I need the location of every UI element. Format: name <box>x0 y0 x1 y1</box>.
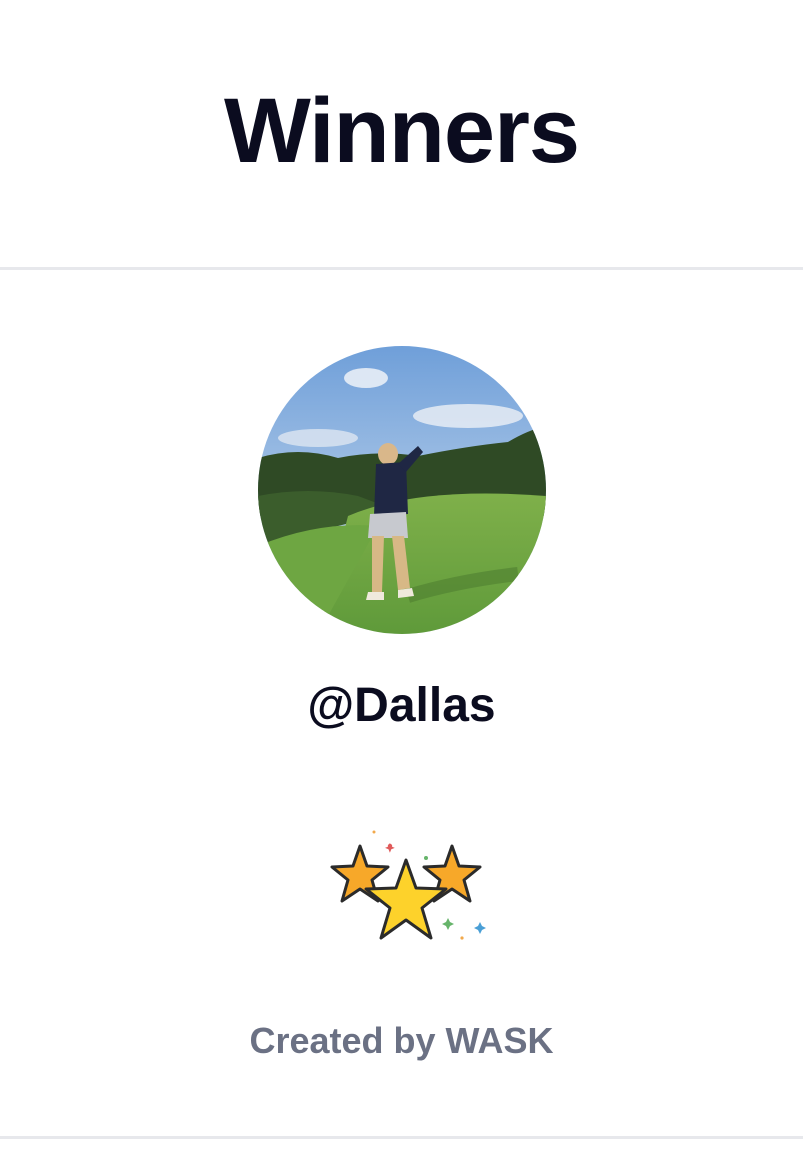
header-divider <box>0 267 803 270</box>
winner-username[interactable]: @Dallas <box>0 678 803 733</box>
winner-avatar[interactable] <box>258 346 546 634</box>
page-header: Winners <box>0 0 803 268</box>
footer-divider <box>0 1136 803 1139</box>
three-stars-icon <box>322 822 492 962</box>
created-by-credit[interactable]: Created by WASK <box>0 1020 803 1062</box>
page-title: Winners <box>223 79 580 182</box>
golfer-photo-avatar <box>258 346 546 634</box>
